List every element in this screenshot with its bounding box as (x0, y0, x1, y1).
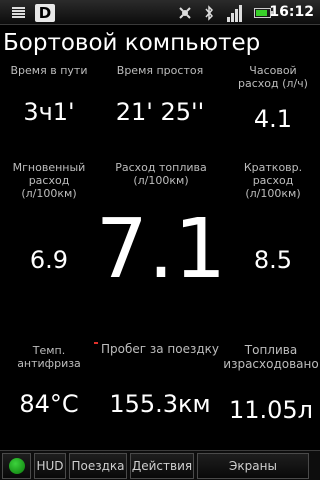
short-consumption-value: 8.5 (253, 246, 293, 274)
travel-time-label: Время в пути (10, 64, 88, 77)
bluetooth-icon (201, 3, 217, 22)
fuel-used-value: 11.05л (228, 396, 314, 424)
idle-time-value: 21' 25'' (115, 98, 205, 126)
tab-actions[interactable]: Действия (130, 453, 194, 479)
menu-icon[interactable] (8, 3, 28, 22)
fuel-consumption-label: Расход топлива (л/100км) (115, 161, 207, 187)
tab-trip[interactable]: Поездка (69, 453, 127, 479)
instant-consumption-label: Мгновенный расход (л/100км) (12, 161, 86, 200)
status-time: 16:12 (269, 4, 314, 20)
idle-time-label: Время простоя (116, 64, 204, 77)
hourly-consumption-label: Часовой расход (л/ч) (238, 64, 308, 90)
short-consumption-label: Кратковр. расход (л/100км) (243, 161, 303, 200)
antifreeze-temp-value: 84°C (19, 390, 79, 418)
tab-hud[interactable]: HUD (34, 453, 66, 479)
status-bar: D 16:12 (0, 0, 320, 25)
signal-icon (226, 3, 244, 22)
app-icon[interactable]: D (34, 3, 56, 22)
instant-consumption-value: 6.9 (29, 246, 69, 274)
tab-screens[interactable]: Экраны (197, 453, 309, 479)
connection-indicator-button[interactable] (2, 453, 31, 479)
travel-time-value: 3ч1' (23, 98, 75, 126)
app-icon-letter: D (35, 3, 55, 22)
page-title: Бортовой компьютер (3, 30, 261, 56)
tab-bar: HUD Поездка Действия Экраны (0, 450, 320, 480)
trip-distance-value: 155.3км (109, 390, 211, 418)
connection-led-icon (8, 458, 25, 474)
gps-icon (176, 3, 194, 22)
trip-distance-label: Пробег за поездку (100, 342, 220, 356)
hourly-consumption-value: 4.1 (253, 105, 293, 133)
fuel-consumption-value: 7.1 (95, 202, 227, 297)
antifreeze-temp-label: Темп. антифриза (17, 344, 81, 370)
fuel-used-label: Топлива израсходовано (223, 343, 319, 371)
